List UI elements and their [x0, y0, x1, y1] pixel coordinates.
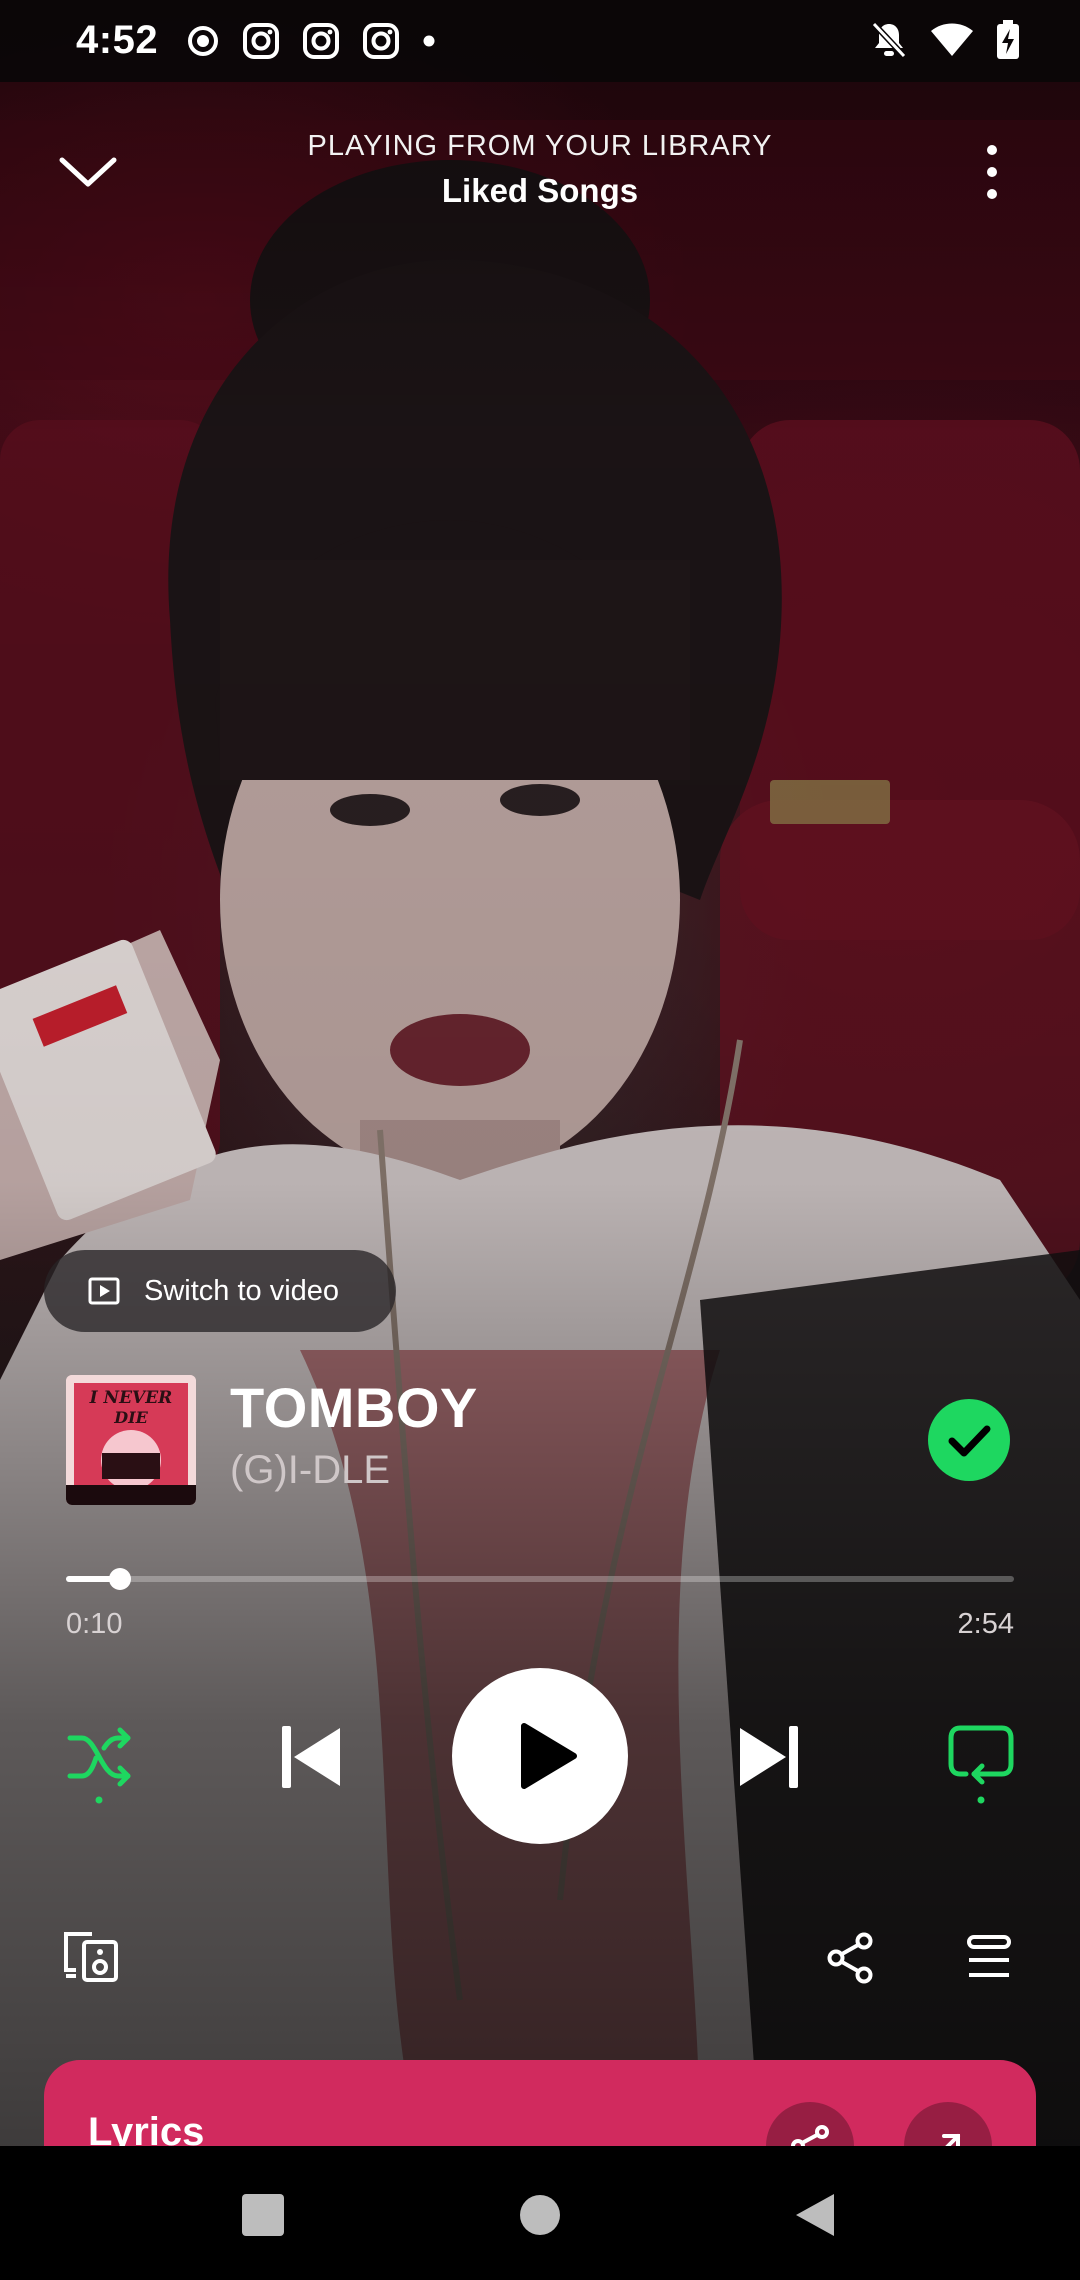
system-icons — [870, 20, 1020, 60]
status-time: 4:52 — [76, 18, 159, 62]
play-icon — [521, 1723, 577, 1789]
svg-text:DIE: DIE — [113, 1408, 148, 1427]
instagram-icon — [303, 23, 339, 59]
shuffle-button[interactable] — [66, 1724, 136, 1808]
playlist-title[interactable]: Liked Songs — [0, 172, 1080, 210]
status-bar: 4:52 — [0, 0, 1080, 82]
track-artist[interactable]: (G)I-DLE — [230, 1448, 390, 1493]
shuffle-active-dot — [95, 1796, 103, 1804]
home-circle-icon[interactable] — [519, 2194, 561, 2236]
wifi-icon — [931, 23, 973, 56]
album-cover[interactable]: I NEVER DIE — [66, 1375, 196, 1505]
back-triangle-icon[interactable] — [794, 2192, 836, 2238]
switch-to-video-button[interactable]: Switch to video — [44, 1250, 396, 1332]
bell-off-icon — [871, 21, 907, 59]
skip-back-icon — [282, 1726, 340, 1788]
liked-checkmark-button[interactable] — [928, 1399, 1010, 1481]
repeat-active-dot — [977, 1796, 985, 1804]
elapsed-time: 0:10 — [66, 1608, 123, 1640]
system-navigation-bar — [0, 2146, 1080, 2280]
queue-button[interactable] — [966, 1934, 1012, 1980]
progress-bar[interactable] — [66, 1568, 1014, 1590]
skip-forward-icon — [740, 1726, 798, 1788]
video-play-icon — [88, 1277, 120, 1305]
repeat-icon — [948, 1725, 1014, 1785]
recents-square-icon[interactable] — [242, 2194, 284, 2236]
repeat-button[interactable] — [948, 1724, 1014, 1808]
album-cover-art: I NEVER DIE — [66, 1375, 196, 1505]
progress-thumb[interactable] — [109, 1568, 132, 1590]
cover-lettering: I NEVER — [89, 1388, 173, 1408]
total-time: 2:54 — [957, 1608, 1014, 1640]
shuffle-icon — [67, 1727, 131, 1787]
record-icon — [188, 26, 218, 56]
more-options-icon[interactable] — [972, 140, 1012, 204]
play-button[interactable] — [452, 1668, 628, 1844]
next-track-button[interactable] — [738, 1724, 800, 1790]
notification-icons — [186, 22, 436, 60]
previous-track-button[interactable] — [280, 1724, 342, 1790]
switch-to-video-label: Switch to video — [144, 1274, 340, 1307]
share-button[interactable] — [826, 1932, 876, 1984]
check-icon — [948, 1425, 991, 1457]
instagram-icon — [363, 23, 399, 59]
playing-from-label: PLAYING FROM YOUR LIBRARY — [307, 130, 773, 162]
track-title[interactable]: TOMBOY — [230, 1375, 478, 1440]
queue-icon — [967, 1935, 1011, 1977]
dot-icon — [423, 35, 435, 47]
instagram-icon — [243, 23, 279, 59]
connect-device-button[interactable] — [62, 1930, 120, 1982]
battery-charging-icon — [997, 20, 1019, 59]
speaker-devices-icon — [64, 1932, 118, 1982]
share-icon — [827, 1932, 873, 1984]
